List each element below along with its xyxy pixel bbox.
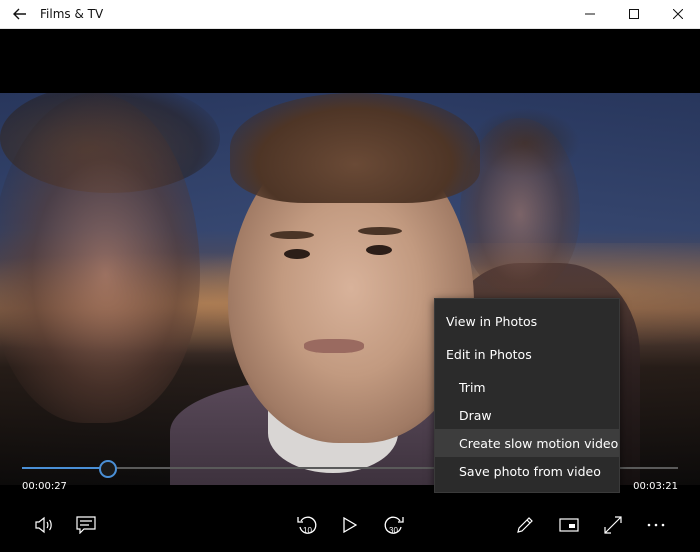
subtitles-icon xyxy=(76,516,96,534)
more-button[interactable] xyxy=(636,505,676,545)
title-bar: Films & TV xyxy=(0,0,700,29)
video-mouth xyxy=(304,339,364,353)
close-button[interactable] xyxy=(656,0,700,28)
playback-controls: 10 30 xyxy=(0,495,700,552)
window-controls xyxy=(568,0,700,28)
window-title: Films & TV xyxy=(40,7,104,21)
skip-forward-button[interactable]: 30 xyxy=(374,505,414,545)
menu-item-label: Save photo from video xyxy=(459,463,601,479)
mini-view-icon xyxy=(559,518,579,532)
menu-item-label: Edit in Photos xyxy=(446,346,532,362)
minimize-icon xyxy=(585,13,595,15)
video-left-eye xyxy=(284,249,310,259)
back-button[interactable] xyxy=(0,0,40,28)
menu-item-label: View in Photos xyxy=(446,313,538,329)
skip-forward-label: 30 xyxy=(389,526,398,535)
menu-item-label: Trim xyxy=(459,379,486,395)
menu-item-edit-in-photos[interactable]: Edit in Photos xyxy=(435,340,619,368)
fullscreen-button[interactable] xyxy=(593,505,633,545)
menu-item-trim[interactable]: Trim xyxy=(435,373,619,401)
fast-forward-icon: 30 xyxy=(384,516,404,535)
video-right-brow xyxy=(358,227,402,235)
pencil-icon xyxy=(517,517,533,533)
maximize-button[interactable] xyxy=(612,0,656,28)
skip-back-label: 10 xyxy=(303,526,312,535)
elapsed-time: 00:00:27 xyxy=(22,481,67,492)
maximize-icon xyxy=(629,9,639,19)
skip-back-button[interactable]: 10 xyxy=(287,505,327,545)
mini-view-button[interactable] xyxy=(549,505,589,545)
edit-button[interactable] xyxy=(505,505,545,545)
menu-item-save-photo-from-video[interactable]: Save photo from video xyxy=(435,457,619,485)
seek-bar-fill xyxy=(22,467,108,469)
menu-item-draw[interactable]: Draw xyxy=(435,401,619,429)
menu-item-label: Create slow motion video xyxy=(459,435,619,451)
video-right-eye xyxy=(366,245,392,255)
more-icon xyxy=(647,523,665,527)
rewind-icon: 10 xyxy=(297,516,317,535)
back-arrow-icon xyxy=(13,8,26,20)
play-icon xyxy=(343,517,357,533)
play-button[interactable] xyxy=(330,505,370,545)
volume-icon xyxy=(35,516,52,534)
subtitles-button[interactable] xyxy=(66,505,106,545)
volume-button[interactable] xyxy=(24,505,64,545)
total-duration: 00:03:21 xyxy=(633,481,678,492)
video-left-brow xyxy=(270,231,314,239)
menu-item-create-slow-motion-video[interactable]: Create slow motion video xyxy=(435,429,619,457)
minimize-button[interactable] xyxy=(568,0,612,28)
menu-item-view-in-photos[interactable]: View in Photos xyxy=(435,307,619,335)
close-icon xyxy=(673,9,683,19)
menu-item-label: Draw xyxy=(459,407,492,423)
video-center-figure-hair xyxy=(230,93,480,203)
context-menu: View in Photos Edit in Photos Trim Draw … xyxy=(434,298,620,493)
fullscreen-icon xyxy=(604,516,622,534)
films-tv-window: Films & TV 00:00:27 00:03:21 10 30 View … xyxy=(0,0,700,552)
